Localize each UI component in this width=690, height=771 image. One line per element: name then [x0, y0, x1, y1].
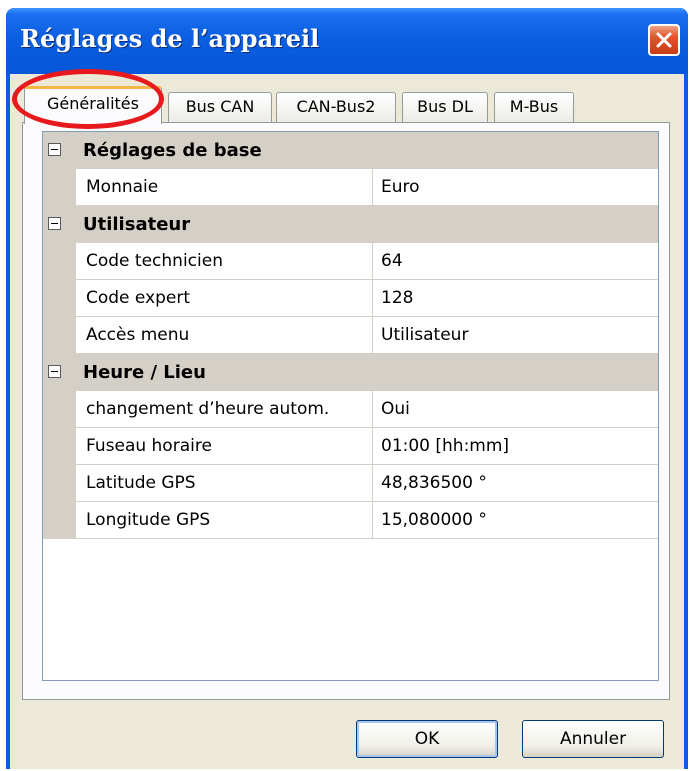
close-icon: [656, 32, 672, 48]
dialog-title: Réglages de l’appareil: [20, 24, 320, 53]
dialog-body: Généralités Bus CAN CAN-Bus2 Bus DL M-Bu…: [10, 74, 684, 769]
property-row-code-technicien[interactable]: Code technicien 64: [43, 243, 658, 280]
property-name: Fuseau horaire: [76, 428, 373, 465]
tab-m-bus[interactable]: M-Bus: [494, 92, 574, 122]
cancel-button[interactable]: Annuler: [522, 720, 664, 758]
property-name: Code technicien: [76, 243, 373, 280]
property-name: Latitude GPS: [76, 465, 373, 502]
property-row-longitude-gps[interactable]: Longitude GPS 15,080000 °: [43, 502, 658, 539]
row-gutter: [43, 502, 76, 539]
ok-button[interactable]: OK: [356, 720, 498, 758]
property-value[interactable]: 15,080000 °: [373, 502, 658, 539]
close-button[interactable]: [648, 24, 680, 56]
property-grid: Réglages de base Monnaie Euro Utilisateu…: [42, 131, 659, 681]
property-value[interactable]: Oui: [373, 391, 658, 428]
property-row-code-expert[interactable]: Code expert 128: [43, 280, 658, 317]
tab-bus-dl[interactable]: Bus DL: [402, 92, 488, 122]
collapse-icon[interactable]: [48, 365, 61, 378]
category-row-utilisateur[interactable]: Utilisateur: [43, 206, 658, 243]
row-gutter: [43, 465, 76, 502]
row-gutter: [43, 391, 76, 428]
tab-panel-generalites: Réglages de base Monnaie Euro Utilisateu…: [22, 122, 670, 700]
property-name: Monnaie: [76, 169, 373, 206]
category-row-reglages-de-base[interactable]: Réglages de base: [43, 132, 658, 169]
tab-can-bus2[interactable]: CAN-Bus2: [276, 92, 396, 122]
row-gutter: [43, 280, 76, 317]
property-value[interactable]: 128: [373, 280, 658, 317]
category-label: Heure / Lieu: [83, 362, 206, 383]
property-row-fuseau-horaire[interactable]: Fuseau horaire 01:00 [hh:mm]: [43, 428, 658, 465]
property-value[interactable]: Utilisateur: [373, 317, 658, 354]
property-value[interactable]: 48,836500 °: [373, 465, 658, 502]
collapse-icon[interactable]: [48, 217, 61, 230]
row-gutter: [43, 317, 76, 354]
property-name: Longitude GPS: [76, 502, 373, 539]
category-row-heure-lieu[interactable]: Heure / Lieu: [43, 354, 658, 391]
property-name: Code expert: [76, 280, 373, 317]
property-row-monnaie[interactable]: Monnaie Euro: [43, 169, 658, 206]
property-name: changement d’heure autom.: [76, 391, 373, 428]
category-label: Utilisateur: [83, 214, 191, 235]
highlight-circle: [12, 69, 164, 129]
row-gutter: [43, 169, 76, 206]
category-label: Réglages de base: [83, 140, 262, 161]
row-gutter: [43, 243, 76, 280]
row-gutter: [43, 428, 76, 465]
property-value[interactable]: 01:00 [hh:mm]: [373, 428, 658, 465]
property-row-acces-menu[interactable]: Accès menu Utilisateur: [43, 317, 658, 354]
property-row-latitude-gps[interactable]: Latitude GPS 48,836500 °: [43, 465, 658, 502]
collapse-icon[interactable]: [48, 143, 61, 156]
property-row-changement-heure[interactable]: changement d’heure autom. Oui: [43, 391, 658, 428]
title-bar[interactable]: Réglages de l’appareil: [6, 8, 688, 74]
property-value[interactable]: Euro: [373, 169, 658, 206]
tab-bus-can[interactable]: Bus CAN: [168, 92, 272, 122]
property-value[interactable]: 64: [373, 243, 658, 280]
property-name: Accès menu: [76, 317, 373, 354]
